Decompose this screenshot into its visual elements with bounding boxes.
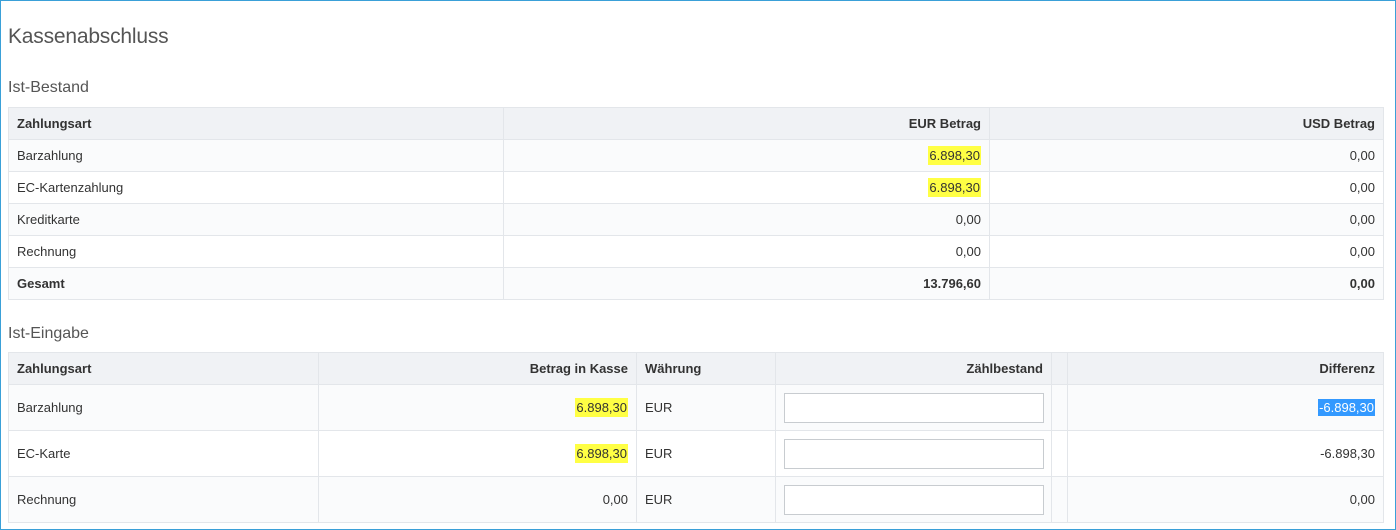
column-header-currency[interactable]: Währung: [636, 352, 776, 385]
count-input-rechnung[interactable]: [784, 484, 1044, 515]
payment-type-cell: Barzahlung: [8, 139, 504, 172]
section-title-ist-bestand: Ist-Bestand: [8, 79, 89, 96]
difference-selected-text[interactable]: -6.898,30: [1318, 399, 1375, 416]
eur-amount-cell: 0,00: [503, 203, 990, 236]
column-header-payment-type[interactable]: Zahlungsart: [8, 352, 319, 385]
total-label: Gesamt: [8, 267, 504, 300]
spacer-cell: [1051, 430, 1068, 477]
usd-amount-cell: 0,00: [989, 235, 1384, 268]
payment-type-cell: EC-Kartenzahlung: [8, 171, 504, 204]
eur-amount-highlighted: 6.898,30: [928, 178, 981, 197]
count-cell: [775, 476, 1052, 523]
column-header-spacer: [1051, 352, 1068, 385]
amount-highlighted: 6.898,30: [575, 398, 628, 417]
ist-eingabe-table: Zahlungsart Betrag in Kasse Währung Zähl…: [8, 352, 1384, 523]
table-row: Barzahlung 6.898,30 0,00: [8, 139, 1384, 172]
payment-type-cell: Barzahlung: [8, 384, 319, 431]
payment-type-cell: Rechnung: [8, 235, 504, 268]
amount-cell: 6.898,30: [318, 430, 637, 477]
table-row: Rechnung 0,00 EUR 0,00: [8, 476, 1384, 523]
column-header-eur-amount[interactable]: EUR Betrag: [503, 107, 990, 140]
count-input-barzahlung[interactable]: [784, 392, 1044, 423]
count-input-ec-karte[interactable]: [784, 438, 1044, 469]
eur-amount-highlighted: 6.898,30: [928, 146, 981, 165]
amount-cell: 6.898,30: [318, 384, 637, 431]
count-cell: [775, 384, 1052, 431]
table-header-row: Zahlungsart Betrag in Kasse Währung Zähl…: [8, 352, 1384, 385]
total-row: Gesamt 13.796,60 0,00: [8, 267, 1384, 300]
column-header-amount-in-register[interactable]: Betrag in Kasse: [318, 352, 637, 385]
eur-amount-cell: 6.898,30: [503, 171, 990, 204]
usd-amount-cell: 0,00: [989, 139, 1384, 172]
usd-amount-cell: 0,00: [989, 171, 1384, 204]
table-row: Kreditkarte 0,00 0,00: [8, 203, 1384, 236]
usd-amount-cell: 0,00: [989, 203, 1384, 236]
column-header-difference[interactable]: Differenz: [1067, 352, 1384, 385]
ist-bestand-table: Zahlungsart EUR Betrag USD Betrag Barzah…: [8, 107, 1384, 300]
payment-type-cell: Kreditkarte: [8, 203, 504, 236]
column-header-usd-amount[interactable]: USD Betrag: [989, 107, 1384, 140]
eur-amount-cell: 6.898,30: [503, 139, 990, 172]
eur-amount-cell: 0,00: [503, 235, 990, 268]
spacer-cell: [1051, 384, 1068, 431]
amount-highlighted: 6.898,30: [575, 444, 628, 463]
column-header-count[interactable]: Zählbestand: [775, 352, 1052, 385]
total-usd-amount: 0,00: [989, 267, 1384, 300]
difference-cell: -6.898,30: [1067, 384, 1384, 431]
spacer-cell: [1051, 476, 1068, 523]
table-row: Rechnung 0,00 0,00: [8, 235, 1384, 268]
payment-type-cell: Rechnung: [8, 476, 319, 523]
section-title-ist-eingabe: Ist-Eingabe: [8, 325, 89, 342]
total-eur-amount: 13.796,60: [503, 267, 990, 300]
currency-cell: EUR: [636, 430, 776, 477]
amount-cell: 0,00: [318, 476, 637, 523]
column-header-payment-type[interactable]: Zahlungsart: [8, 107, 504, 140]
page-title: Kassenabschluss: [8, 25, 169, 48]
currency-cell: EUR: [636, 476, 776, 523]
table-row: EC-Karte 6.898,30 EUR -6.898,30: [8, 430, 1384, 477]
table-row: EC-Kartenzahlung 6.898,30 0,00: [8, 171, 1384, 204]
difference-cell: -6.898,30: [1067, 430, 1384, 477]
table-row: Barzahlung 6.898,30 EUR -6.898,30: [8, 384, 1384, 431]
table-header-row: Zahlungsart EUR Betrag USD Betrag: [8, 107, 1384, 140]
difference-cell: 0,00: [1067, 476, 1384, 523]
currency-cell: EUR: [636, 384, 776, 431]
count-cell: [775, 430, 1052, 477]
payment-type-cell: EC-Karte: [8, 430, 319, 477]
